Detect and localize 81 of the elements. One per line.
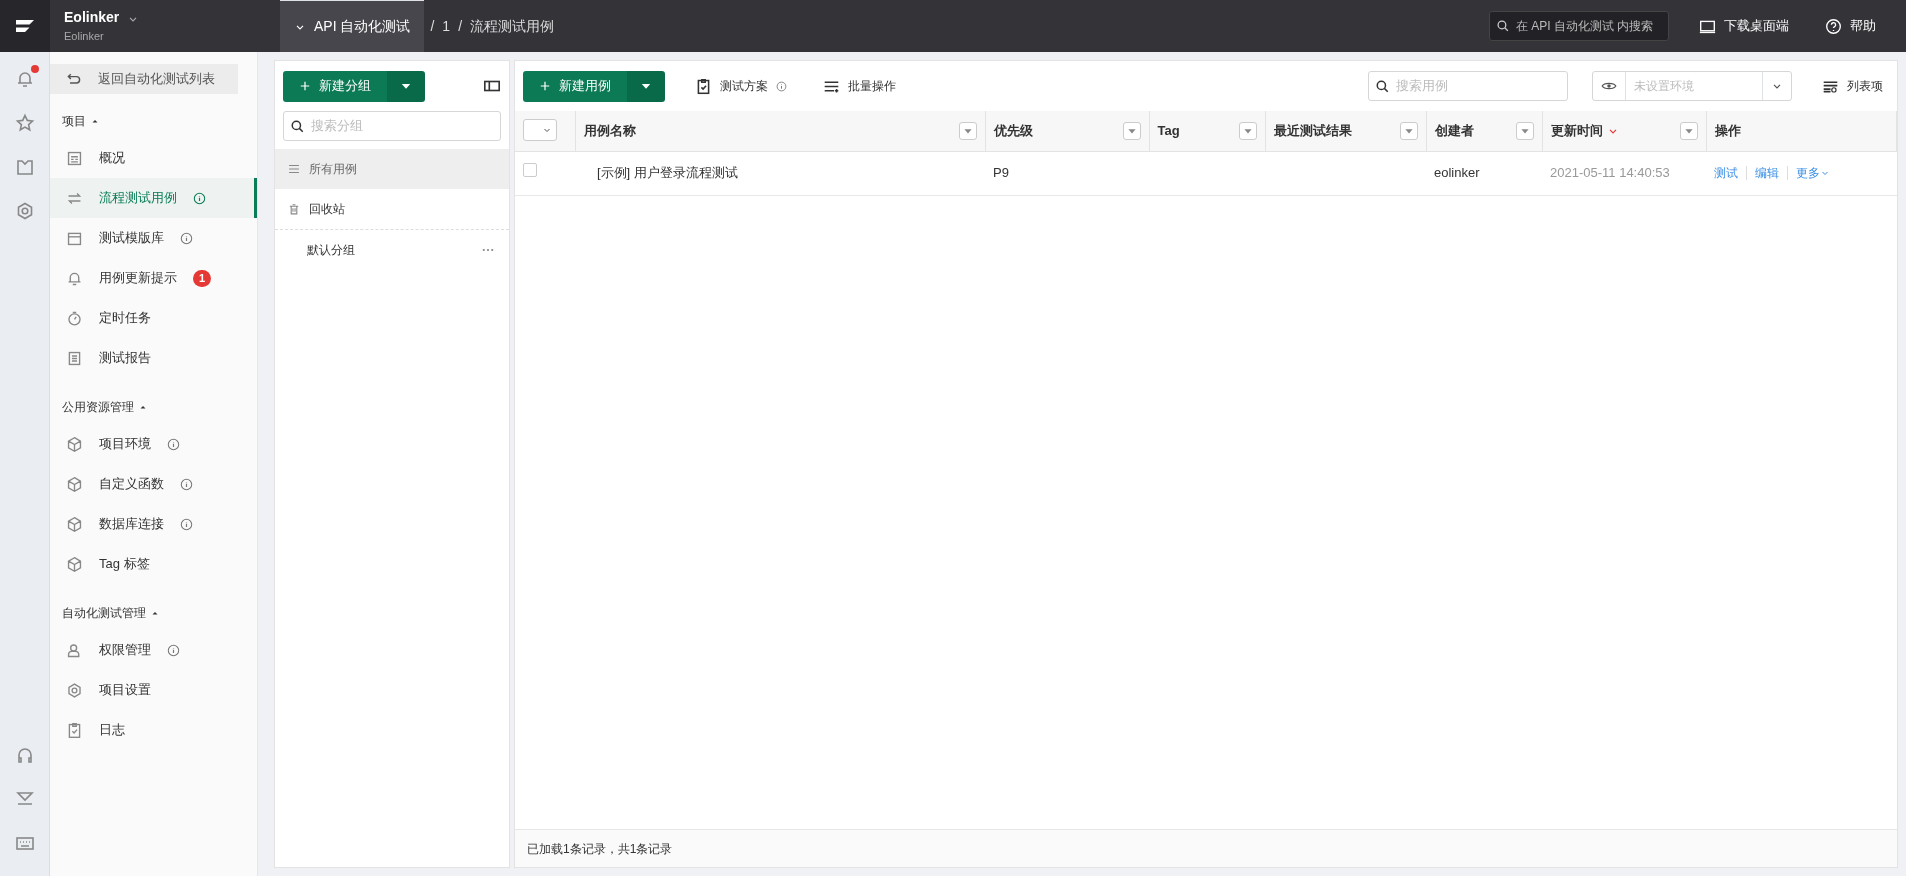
filter-button[interactable] (1238, 121, 1257, 140)
toolbar-link[interactable]: 帮助 (1819, 15, 1882, 37)
toolbar-link[interactable]: 下载桌面端 (1693, 15, 1795, 37)
project-tab[interactable]: API 自动化测试 (280, 0, 425, 52)
cube-icon (66, 435, 83, 453)
new-group-button[interactable]: 新建分组 (283, 70, 387, 102)
star-icon[interactable] (14, 112, 35, 133)
dropdown-button[interactable] (387, 70, 425, 102)
sidebar-item[interactable]: 项目设置 (50, 670, 257, 710)
sidebar-item[interactable]: 概况 (50, 138, 257, 178)
action-link[interactable]: 测试 (1714, 164, 1738, 182)
table-cell-text: [示例] 用户登录流程测试 (596, 165, 738, 181)
record-count: 已加载1条记录，共1条记录 (527, 840, 673, 858)
document-icon (66, 349, 83, 367)
table-cell: P9 (993, 165, 1009, 181)
table-cell: 2021-05-11 14:40:53 (1550, 165, 1670, 181)
plus-icon (299, 80, 311, 92)
sidebar-item[interactable]: 项目环境 (50, 424, 257, 464)
sidebar-item[interactable]: 日志 (50, 710, 257, 750)
toolbar-button[interactable]: 批量操作 (817, 76, 902, 96)
cube-icon (66, 555, 83, 573)
trash-icon (287, 202, 301, 216)
column-header[interactable]: 操作 (1714, 121, 1741, 141)
action-link[interactable]: 编辑 (1755, 164, 1779, 182)
new-case-button[interactable]: 新建用例 (523, 70, 627, 102)
filter-button[interactable] (958, 121, 977, 140)
back-button[interactable]: 返回自动化测试列表 (50, 64, 238, 94)
filter-button[interactable] (1515, 121, 1534, 140)
section-header[interactable]: 自动化测试管理 (50, 592, 257, 630)
sidebar-item[interactable]: 流程测试用例 (50, 178, 257, 218)
column-header[interactable]: 创建者 (1434, 121, 1474, 141)
action-link[interactable]: 更多 (1796, 164, 1830, 182)
sidebar-item[interactable]: 定时任务 (50, 298, 257, 338)
column-header[interactable]: 优先级 (993, 121, 1033, 141)
search-field[interactable]: 在 API 自动化测试 内搜索 (1514, 16, 1664, 36)
clipboard-check-icon (695, 77, 712, 95)
breadcrumb-separator: / (458, 16, 463, 36)
sidebar-item[interactable]: 数据库连接 (50, 504, 257, 544)
cube-icon (66, 515, 83, 533)
help-icon (1825, 17, 1842, 35)
settings-icon (66, 681, 83, 699)
menu-icon (287, 162, 301, 176)
group-item[interactable]: 默认分组 (275, 229, 509, 269)
cube-icon (66, 475, 83, 493)
search-icon (1496, 19, 1510, 33)
filter-button[interactable] (1122, 121, 1141, 140)
sidebar-item[interactable]: Tag 标签 (50, 544, 257, 584)
sidebar-item[interactable]: 权限管理 (50, 630, 257, 670)
breadcrumb-separator: / (430, 16, 435, 36)
environment-select[interactable]: 未设置环境 (1592, 71, 1792, 101)
section-header[interactable]: 项目 (50, 100, 257, 138)
breadcrumb-item[interactable]: 流程测试用例 (470, 15, 555, 37)
columns-button[interactable]: 列表项 (1816, 76, 1889, 96)
table-cell: eolinker (1434, 165, 1480, 181)
app-subtitle: Eolinker (64, 29, 105, 45)
sidebar-item[interactable]: 用例更新提示 1 (50, 258, 257, 298)
dropdown-button[interactable] (627, 70, 665, 102)
filter-button[interactable] (1399, 121, 1418, 140)
search-icon (290, 118, 305, 134)
return-arrow-icon (66, 71, 82, 87)
dashboard-icon (66, 149, 83, 167)
plus-icon (539, 80, 551, 92)
section-header[interactable]: 公用资源管理 (50, 386, 257, 424)
breadcrumb-item[interactable]: 1 (442, 15, 451, 37)
column-header[interactable]: Tag (1157, 121, 1180, 141)
group-list-item[interactable]: 回收站 (275, 189, 509, 229)
group-list-item[interactable]: 所有用例 (275, 149, 509, 189)
sidebar-item[interactable]: 测试报告 (50, 338, 257, 378)
stopwatch-icon (66, 309, 83, 327)
select-all-checkbox[interactable] (523, 119, 557, 141)
app-name[interactable]: Eolinker (64, 7, 120, 29)
sidebar-item[interactable]: 自定义函数 (50, 464, 257, 504)
search-icon (1375, 78, 1390, 94)
search-box[interactable]: 在 API 自动化测试 内搜索 (1489, 11, 1669, 41)
toolbar-button[interactable]: 测试方案 (689, 76, 793, 96)
count-badge: 1 (193, 269, 212, 287)
column-header[interactable]: 用例名称 (583, 121, 636, 141)
clipboard-icon (66, 721, 83, 739)
filter-button[interactable] (1679, 121, 1698, 140)
sidebar-item[interactable]: 测试模版库 (50, 218, 257, 258)
row-checkbox[interactable] (523, 163, 537, 178)
